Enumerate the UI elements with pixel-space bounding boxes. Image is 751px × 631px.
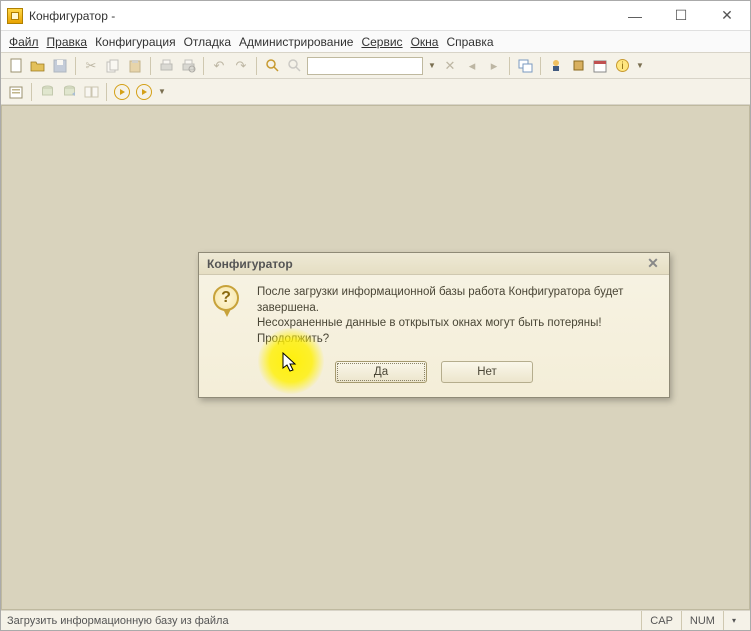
copy-icon[interactable] [104, 57, 122, 75]
calendar-icon[interactable] [591, 57, 609, 75]
dialog-body: ? После загрузки информационной базы раб… [199, 275, 669, 397]
separator [509, 57, 510, 75]
new-doc-icon[interactable] [7, 57, 25, 75]
dialog-close-icon[interactable]: ✕ [645, 256, 661, 272]
status-menu-icon[interactable]: ▾ [723, 611, 744, 630]
separator [75, 57, 76, 75]
menu-debug[interactable]: Отладка [184, 35, 231, 49]
help-dropdown-icon[interactable]: ▼ [635, 61, 645, 70]
menu-config[interactable]: Конфигурация [95, 35, 176, 49]
separator [150, 57, 151, 75]
help-icon[interactable]: i [613, 57, 631, 75]
dialog-line1: После загрузки информационной базы работ… [257, 285, 655, 316]
window-title: Конфигуратор - [29, 9, 612, 23]
open-config-icon[interactable] [7, 83, 25, 101]
question-icon: ? [213, 285, 245, 317]
dialog-line2: Несохраненные данные в открытых окнах мо… [257, 316, 655, 332]
nav-fwd-icon[interactable]: ▸ [485, 57, 503, 75]
titlebar: Конфигуратор - — ☐ ✕ [1, 1, 750, 31]
search-input[interactable] [307, 57, 423, 75]
app-icon [7, 8, 23, 24]
close-button[interactable]: ✕ [704, 1, 750, 30]
toolbar-config: ▼ [1, 79, 750, 105]
separator [256, 57, 257, 75]
menubar: Файл Правка Конфигурация Отладка Админис… [1, 31, 750, 53]
paste-icon[interactable] [126, 57, 144, 75]
dialog-message: После загрузки информационной базы работ… [257, 285, 655, 347]
dialog-line3: Продолжить? [257, 332, 655, 348]
windows-list-icon[interactable] [516, 57, 534, 75]
minimize-button[interactable]: — [612, 1, 658, 30]
main-window: Конфигуратор - — ☐ ✕ Файл Правка Конфигу… [0, 0, 751, 631]
tools-icon[interactable] [569, 57, 587, 75]
undo-icon[interactable]: ↶ [210, 57, 228, 75]
start-debug-icon[interactable] [113, 83, 131, 101]
menu-edit[interactable]: Правка [47, 35, 88, 49]
db-config-icon[interactable] [38, 83, 56, 101]
yes-button[interactable]: Да [335, 361, 427, 383]
syntax-helper-icon[interactable] [547, 57, 565, 75]
status-num: NUM [681, 611, 723, 630]
update-db-icon[interactable] [60, 83, 78, 101]
status-cap: CAP [641, 611, 681, 630]
compare-config-icon[interactable] [82, 83, 100, 101]
dialog-title: Конфигуратор [207, 257, 645, 271]
separator [540, 57, 541, 75]
open-folder-icon[interactable] [29, 57, 47, 75]
find-icon[interactable] [263, 57, 281, 75]
menu-service[interactable]: Сервис [361, 35, 402, 49]
menu-file[interactable]: Файл [9, 35, 39, 49]
workspace: Конфигуратор ✕ ? После загрузки информац… [1, 105, 750, 610]
dialog-titlebar: Конфигуратор ✕ [199, 253, 669, 275]
window-controls: — ☐ ✕ [612, 1, 750, 30]
separator [31, 83, 32, 101]
statusbar: Загрузить информационную базу из файла C… [1, 610, 750, 630]
nav-back-icon[interactable]: ◂ [463, 57, 481, 75]
print-preview-icon[interactable] [179, 57, 197, 75]
find-next-icon[interactable] [285, 57, 303, 75]
redo-icon[interactable]: ↷ [232, 57, 250, 75]
save-icon[interactable] [51, 57, 69, 75]
confirm-dialog: Конфигуратор ✕ ? После загрузки информац… [198, 252, 670, 398]
status-text: Загрузить информационную базу из файла [7, 615, 641, 627]
menu-admin[interactable]: Администрирование [239, 35, 353, 49]
search-dropdown-icon[interactable]: ▼ [427, 61, 437, 70]
no-button[interactable]: Нет [441, 361, 533, 383]
menu-help[interactable]: Справка [446, 35, 493, 49]
separator [203, 57, 204, 75]
menu-windows[interactable]: Окна [411, 35, 439, 49]
separator [106, 83, 107, 101]
clear-search-icon[interactable]: ✕ [441, 57, 459, 75]
toolbar-main: ✂ ↶ ↷ ▼ ✕ ◂ ▸ i ▼ [1, 53, 750, 79]
cut-icon[interactable]: ✂ [82, 57, 100, 75]
print-icon[interactable] [157, 57, 175, 75]
maximize-button[interactable]: ☐ [658, 1, 704, 30]
dialog-buttons: Да Нет [213, 361, 655, 383]
start-dropdown-icon[interactable]: ▼ [157, 87, 167, 96]
svg-text:i: i [621, 61, 623, 72]
start-enterprise-icon[interactable] [135, 83, 153, 101]
